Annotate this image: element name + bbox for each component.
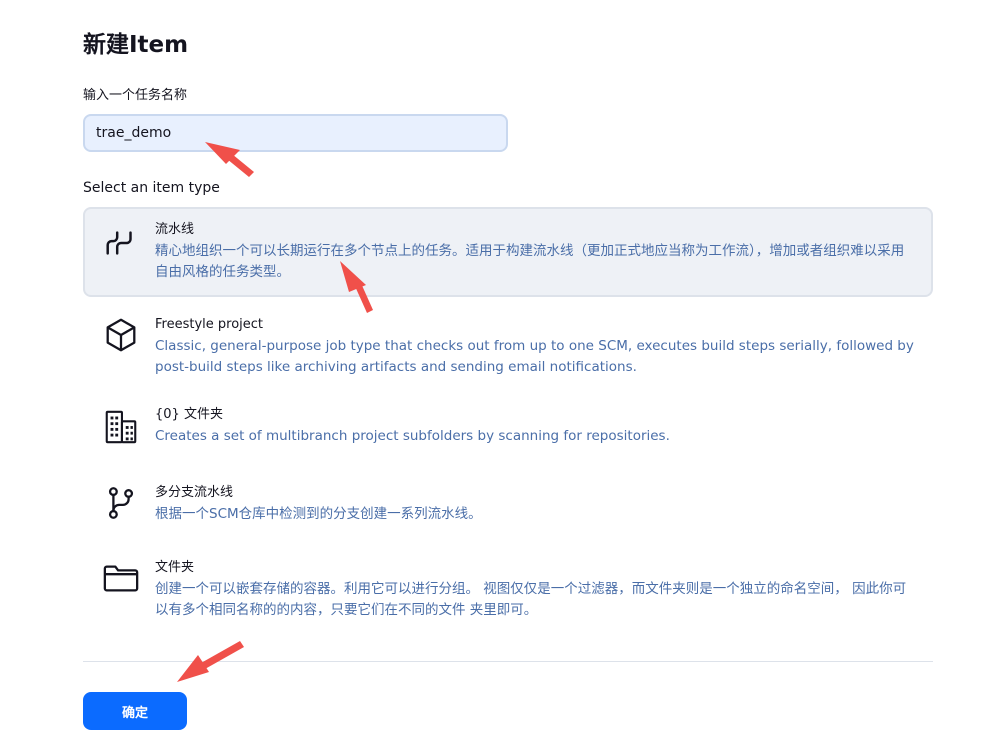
cube-icon: [101, 315, 141, 355]
page-title: 新建Item: [83, 32, 189, 58]
item-name-input[interactable]: [83, 114, 508, 152]
building-icon: [101, 407, 141, 447]
item-type-pipeline[interactable]: 流水线 精心地组织一个可以长期运行在多个节点上的任务。适用于构建流水线（更加正式…: [83, 207, 933, 297]
item-type-multibranch-pipeline[interactable]: 多分支流水线 根据一个SCM仓库中检测到的分支创建一系列流水线。: [83, 472, 933, 532]
ok-button[interactable]: 确定: [83, 692, 187, 730]
item-type-description: 根据一个SCM仓库中检测到的分支创建一系列流水线。: [155, 506, 482, 522]
item-type-description: Creates a set of multibranch project sub…: [155, 428, 670, 444]
item-type-name: 文件夹: [155, 560, 195, 575]
item-type-folder[interactable]: 文件夹 创建一个可以嵌套存储的容器。利用它可以进行分组。 视图仅仅是一个过滤器，…: [83, 547, 933, 627]
item-name-label: 输入一个任务名称: [83, 88, 188, 103]
folder-icon: [101, 558, 141, 598]
item-type-name: 流水线: [155, 222, 195, 237]
item-type-name: 多分支流水线: [155, 485, 234, 500]
item-type-freestyle-project[interactable]: Freestyle project Classic, general-purpo…: [83, 304, 933, 384]
item-type-name: {0} 文件夹: [155, 407, 223, 422]
item-type-description: Classic, general-purpose job type that c…: [155, 338, 914, 375]
branch-icon: [101, 483, 141, 523]
divider: [83, 661, 933, 662]
item-type-label: Select an item type: [83, 180, 220, 196]
pipeline-icon: [101, 223, 141, 263]
item-type-name: Freestyle project: [155, 317, 264, 332]
item-type-description: 精心地组织一个可以长期运行在多个节点上的任务。适用于构建流水线（更加正式地应当称…: [155, 243, 905, 280]
item-type-organization-folder[interactable]: {0} 文件夹 Creates a set of multibranch pro…: [83, 395, 933, 455]
item-type-description: 创建一个可以嵌套存储的容器。利用它可以进行分组。 视图仅仅是一个过滤器，而文件夹…: [155, 581, 907, 618]
